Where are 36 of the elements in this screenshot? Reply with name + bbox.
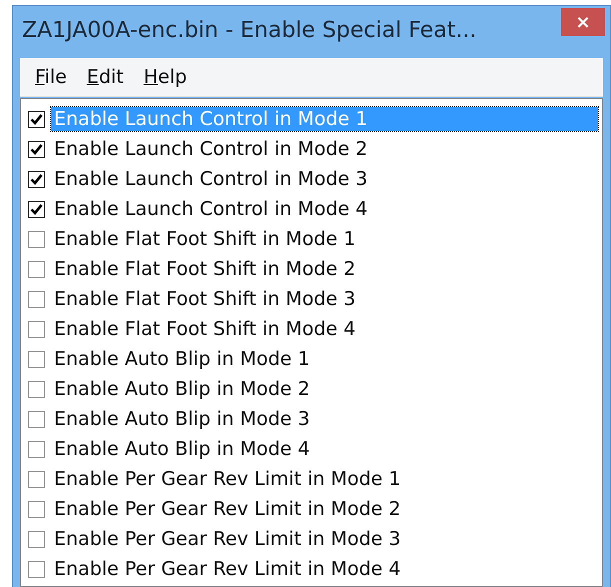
checkbox[interactable] [28,110,45,128]
option-label[interactable]: Enable Auto Blip in Mode 4 [51,437,313,461]
checkbox[interactable] [28,500,45,518]
option-label[interactable]: Enable Launch Control in Mode 2 [51,137,371,161]
option-label[interactable]: Enable Auto Blip in Mode 2 [51,377,313,401]
checkbox[interactable] [28,230,45,248]
checkbox[interactable] [28,440,45,458]
option-label[interactable]: Enable Per Gear Rev Limit in Mode 4 [51,557,404,581]
window-title: ZA1JA00A-enc.bin - Enable Special Feat... [22,18,477,43]
checkbox[interactable] [28,200,45,218]
option-label[interactable]: Enable Launch Control in Mode 4 [51,197,371,221]
checkbox[interactable] [28,350,45,368]
option-label[interactable]: Enable Per Gear Rev Limit in Mode 3 [51,527,404,551]
menu-item[interactable]: Help [140,64,190,90]
checkbox[interactable] [28,140,45,158]
checkbox[interactable] [28,290,45,308]
option-label[interactable]: Enable Flat Foot Shift in Mode 2 [51,257,359,281]
checkbox[interactable] [28,170,45,188]
checkbox[interactable] [28,560,45,578]
option-label[interactable]: Enable Flat Foot Shift in Mode 1 [51,227,359,251]
option-label[interactable]: Enable Launch Control in Mode 3 [51,167,371,191]
checkbox[interactable] [28,260,45,278]
checkbox[interactable] [28,470,45,488]
checkbox[interactable] [28,530,45,548]
option-label[interactable]: Enable Per Gear Rev Limit in Mode 1 [51,467,404,491]
option-label[interactable]: Enable Per Gear Rev Limit in Mode 2 [51,497,404,521]
checkbox[interactable] [28,410,45,428]
option-label[interactable]: Enable Auto Blip in Mode 3 [51,407,313,431]
menu-item[interactable]: File [32,64,70,90]
checkbox[interactable] [28,320,45,338]
close-button[interactable]: × [561,8,605,36]
option-label[interactable]: Enable Auto Blip in Mode 1 [51,347,313,371]
menu-item[interactable]: Edit [84,64,127,90]
checkbox[interactable] [28,380,45,398]
option-label[interactable]: Enable Flat Foot Shift in Mode 4 [51,317,359,341]
option-label[interactable]: Enable Flat Foot Shift in Mode 3 [51,287,359,311]
